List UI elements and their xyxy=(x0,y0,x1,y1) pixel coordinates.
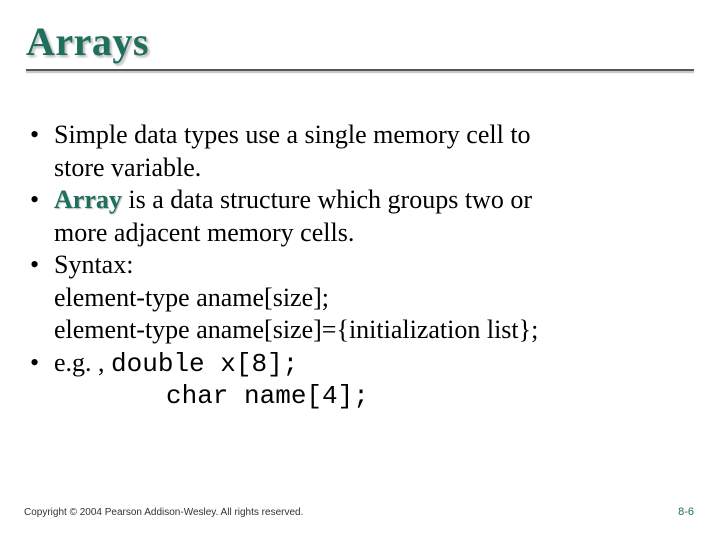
slide-title: Arrays xyxy=(26,18,694,65)
code-example: double x[8]; xyxy=(111,349,298,379)
bullet-item: • Syntax: xyxy=(26,249,694,282)
bullet-mark: • xyxy=(26,184,54,217)
syntax-line: element-type aname[size]; xyxy=(26,282,694,315)
example-prefix: e.g. , xyxy=(54,348,111,377)
bullet-text-cont: more adjacent memory cells. xyxy=(26,217,694,250)
slide: Arrays • Simple data types use a single … xyxy=(0,0,720,540)
bullet-text: Syntax: xyxy=(54,249,694,282)
bullet-mark: • xyxy=(26,249,54,282)
syntax-line: element-type aname[size]={initialization… xyxy=(26,314,694,347)
bullet-mark: • xyxy=(26,347,54,381)
title-underline xyxy=(26,69,694,71)
code-example: char name[4]; xyxy=(26,380,694,413)
term-array: Array xyxy=(54,185,122,214)
bullet-item: • Simple data types use a single memory … xyxy=(26,119,694,152)
bullet-item: • Array is a data structure which groups… xyxy=(26,184,694,217)
bullet-item: • e.g. , double x[8]; xyxy=(26,347,694,381)
bullet-text: e.g. , double x[8]; xyxy=(54,347,694,381)
copyright-footer: Copyright © 2004 Pearson Addison-Wesley.… xyxy=(24,507,303,518)
bullet-text-cont: store variable. xyxy=(26,152,694,185)
bullet-text-after: is a data structure which groups two or xyxy=(122,185,532,214)
slide-content: • Simple data types use a single memory … xyxy=(26,119,694,413)
bullet-text: Simple data types use a single memory ce… xyxy=(54,119,694,152)
bullet-mark: • xyxy=(26,119,54,152)
bullet-text: Array is a data structure which groups t… xyxy=(54,184,694,217)
page-number: 8-6 xyxy=(678,506,694,518)
